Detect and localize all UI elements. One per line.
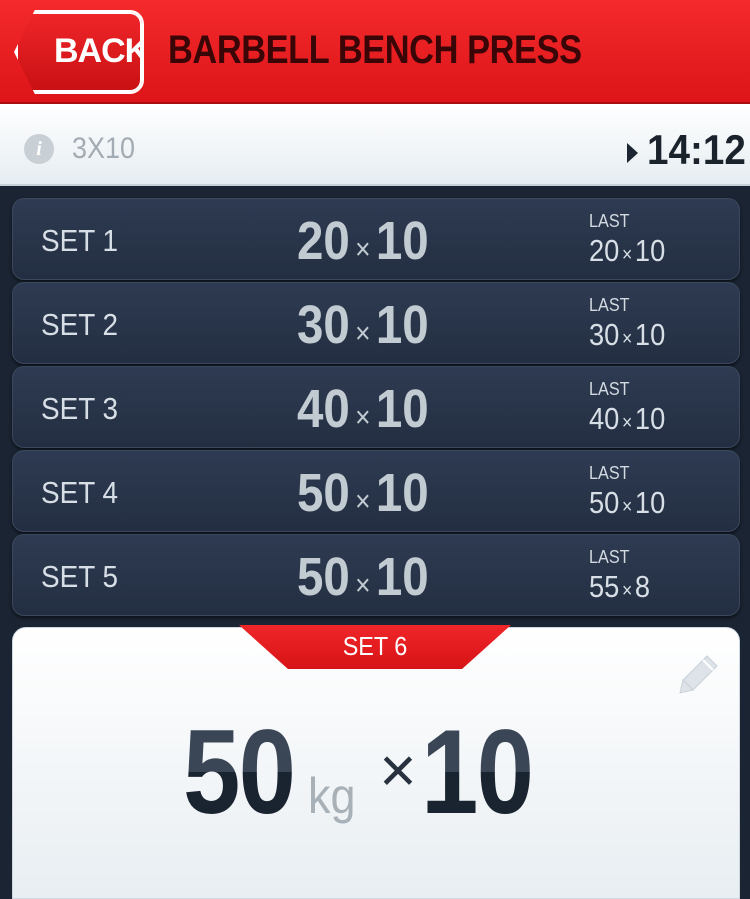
set-value: 40 × 10 xyxy=(297,379,429,439)
page-title: BARBELL BENCH PRESS xyxy=(168,28,582,72)
times-symbol: × xyxy=(355,569,371,602)
info-bar: i 3X10 14:12 xyxy=(0,104,750,186)
last-value: 20 × 10 xyxy=(589,233,665,269)
times-symbol: × xyxy=(355,401,371,434)
times-symbol: × xyxy=(621,412,633,434)
set-reps: 10 xyxy=(375,547,429,607)
set-weight: 40 xyxy=(297,379,350,439)
last-weight: 30 xyxy=(589,317,620,352)
set-label: SET 3 xyxy=(41,391,119,426)
set-label: SET 1 xyxy=(41,223,119,258)
times-symbol: × xyxy=(621,496,633,518)
set-reps: 10 xyxy=(375,463,429,523)
current-reps[interactable]: 10 xyxy=(421,712,534,832)
times-symbol: × xyxy=(355,485,371,518)
last-label: LAST xyxy=(589,295,630,315)
set-row[interactable]: SET 1 20 × 10 LAST 20 × 10 xyxy=(12,198,740,280)
last-reps: 10 xyxy=(634,317,666,352)
current-set-tab: SET 6 xyxy=(239,625,511,669)
set-value: 50 × 10 xyxy=(297,463,429,523)
header: BACK BARBELL BENCH PRESS xyxy=(0,0,750,104)
set-weight: 20 xyxy=(297,211,350,271)
last-reps: 10 xyxy=(634,401,666,436)
set-value: 20 × 10 xyxy=(297,211,429,271)
last-reps: 10 xyxy=(634,485,666,520)
set-weight: 50 xyxy=(297,463,350,523)
weight-unit: kg xyxy=(308,768,357,824)
rest-timer[interactable]: 14:12 xyxy=(647,126,746,174)
set-weight: 30 xyxy=(297,295,350,355)
current-set-card: SET 6 50 kg × 10 xyxy=(12,625,740,899)
last-weight: 40 xyxy=(589,401,620,436)
current-weight[interactable]: 50 xyxy=(183,712,296,832)
current-set-value[interactable]: 50 kg × 10 xyxy=(183,702,550,832)
last-reps: 8 xyxy=(634,569,651,604)
times-symbol: × xyxy=(621,244,633,266)
set-label: SET 5 xyxy=(41,559,119,594)
set-row[interactable]: SET 3 40 × 10 LAST 40 × 10 xyxy=(12,366,740,448)
set-row[interactable]: SET 4 50 × 10 LAST 50 × 10 xyxy=(12,450,740,532)
last-weight: 20 xyxy=(589,233,620,268)
back-button[interactable]: BACK xyxy=(14,10,144,94)
times-symbol: × xyxy=(355,233,371,266)
last-value: 40 × 10 xyxy=(589,401,665,437)
current-set-label: SET 6 xyxy=(342,631,408,661)
last-label: LAST xyxy=(589,211,630,231)
last-label: LAST xyxy=(589,547,630,567)
set-value: 50 × 10 xyxy=(297,547,429,607)
times-symbol: × xyxy=(621,328,633,350)
last-value: 55 × 8 xyxy=(589,569,650,605)
set-weight: 50 xyxy=(297,547,350,607)
times-symbol: × xyxy=(379,734,417,806)
times-symbol: × xyxy=(355,317,371,350)
set-row[interactable]: SET 2 30 × 10 LAST 30 × 10 xyxy=(12,282,740,364)
set-reps: 10 xyxy=(375,295,429,355)
last-reps: 10 xyxy=(634,233,666,268)
pencil-icon[interactable] xyxy=(677,652,721,696)
times-symbol: × xyxy=(621,580,633,602)
set-value: 30 × 10 xyxy=(297,295,429,355)
last-label: LAST xyxy=(589,379,630,399)
set-reps: 10 xyxy=(375,211,429,271)
play-icon xyxy=(627,143,638,163)
last-label: LAST xyxy=(589,463,630,483)
last-value: 30 × 10 xyxy=(589,317,665,353)
back-button-label: BACK xyxy=(54,32,149,70)
last-weight: 55 xyxy=(589,569,620,604)
info-icon[interactable]: i xyxy=(24,134,54,164)
last-weight: 50 xyxy=(589,485,620,520)
set-label: SET 2 xyxy=(41,307,119,342)
set-reps: 10 xyxy=(375,379,429,439)
set-label: SET 4 xyxy=(41,475,119,510)
last-value: 50 × 10 xyxy=(589,485,665,521)
set-row[interactable]: SET 5 50 × 10 LAST 55 × 8 xyxy=(12,534,740,616)
prescription-text: 3X10 xyxy=(72,132,136,165)
